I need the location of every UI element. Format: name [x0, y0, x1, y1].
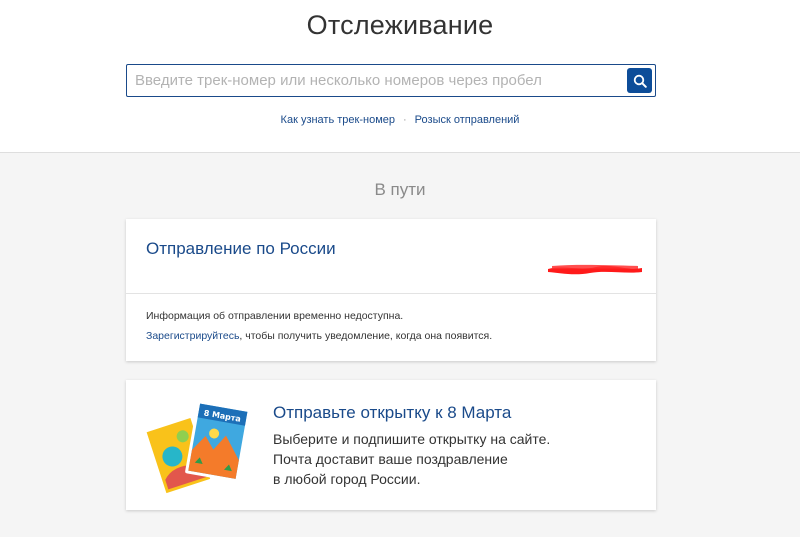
promo-description: Выберите и подпишите открытку на сайте. … — [273, 429, 550, 489]
promo-line: Почта доставит ваше поздравление — [273, 451, 508, 467]
search-icon — [633, 74, 647, 88]
redacted-track-number — [548, 264, 642, 275]
tracking-search — [126, 64, 656, 97]
promo-title[interactable]: Отправьте открытку к 8 Марта — [273, 403, 511, 423]
register-link[interactable]: Зарегистрируйтесь — [146, 330, 239, 342]
section-title-in-transit: В пути — [374, 180, 426, 199]
help-links: Как узнать трек-номер · Розыск отправлений — [0, 114, 800, 126]
search-button[interactable] — [627, 68, 652, 93]
how-to-find-track-link[interactable]: Как узнать трек-номер — [281, 114, 395, 126]
track-number-input[interactable] — [127, 65, 621, 96]
shipment-title[interactable]: Отправление по России — [146, 239, 336, 259]
shipment-card-header: Отправление по России — [126, 219, 656, 294]
page-title: Отслеживание — [306, 10, 494, 40]
register-notice: Зарегистрируйтесь, чтобы получить уведом… — [146, 330, 492, 342]
promo-line: в любой город России. — [273, 471, 421, 487]
promo-line: Выберите и подпишите открытку на сайте. — [273, 431, 551, 447]
shipment-card-body: Информация об отправлении временно недос… — [126, 294, 656, 360]
promo-card[interactable]: 8 Марта Отправьте открытку к 8 Марта Выб… — [126, 380, 656, 510]
postcards-illustration: 8 Марта — [143, 400, 251, 494]
header-section: Отслеживание Как узнать трек-номер · Розыс… — [0, 0, 800, 153]
link-separator: · — [403, 114, 407, 126]
register-notice-text: , чтобы получить уведомление, когда она … — [239, 330, 493, 342]
parcel-search-link[interactable]: Розыск отправлений — [415, 114, 520, 126]
shipment-card[interactable]: Отправление по России Информация об отпр… — [126, 219, 656, 361]
shipment-info-unavailable: Информация об отправлении временно недос… — [146, 310, 404, 322]
